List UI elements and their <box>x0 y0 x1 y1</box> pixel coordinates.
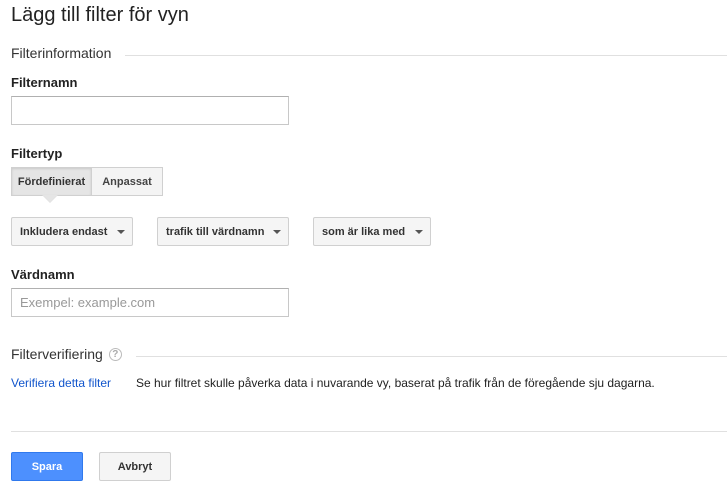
hostname-label: Värdnamn <box>11 267 75 282</box>
verification-section-header: Filterverifiering ? <box>11 346 136 362</box>
filter-name-label: Filternamn <box>11 75 78 90</box>
cancel-button[interactable]: Avbryt <box>99 452 171 481</box>
filter-type-label: Filtertyp <box>11 146 63 161</box>
operator-dropdown[interactable]: som är lika med <box>313 217 431 246</box>
chevron-down-icon <box>415 230 423 234</box>
filter-info-section-title: Filterinformation <box>11 45 126 61</box>
verification-description: Se hur filtret skulle påverka data i nuv… <box>136 376 655 390</box>
save-button[interactable]: Spara <box>11 452 83 481</box>
filter-name-input[interactable] <box>11 96 289 125</box>
verify-filter-link[interactable]: Verifiera detta filter <box>11 376 111 390</box>
help-icon[interactable]: ? <box>108 347 122 361</box>
include-dropdown[interactable]: Inkludera endast <box>11 217 133 246</box>
tab-predefined[interactable]: Fördefinierat <box>11 167 92 196</box>
active-tab-pointer-fill <box>43 195 57 202</box>
page-title: Lägg till filter för vyn <box>11 4 189 26</box>
include-dropdown-label: Inkludera endast <box>20 225 108 238</box>
verification-section-title: Filterverifiering <box>11 346 103 362</box>
chevron-down-icon <box>117 230 125 234</box>
chevron-down-icon <box>273 230 281 234</box>
traffic-dropdown-label: trafik till värdnamn <box>166 225 265 238</box>
actions-divider <box>11 431 727 432</box>
operator-dropdown-label: som är lika med <box>322 225 406 238</box>
hostname-input[interactable] <box>11 288 289 317</box>
traffic-dropdown[interactable]: trafik till värdnamn <box>157 217 289 246</box>
tab-custom[interactable]: Anpassat <box>91 167 163 196</box>
